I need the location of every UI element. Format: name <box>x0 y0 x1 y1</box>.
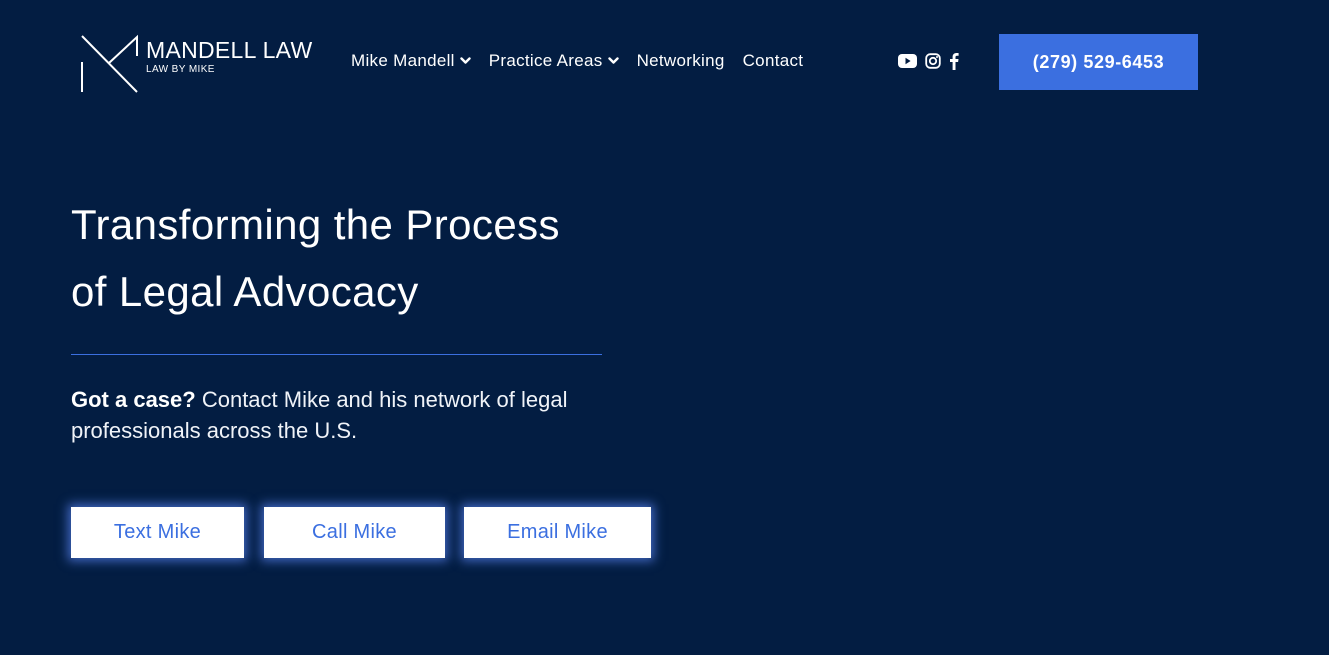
hero-intro-bold: Got a case? <box>71 387 196 412</box>
nav-item-label: Networking <box>636 51 725 70</box>
youtube-link[interactable] <box>898 54 917 68</box>
logo-mark-icon <box>81 34 138 93</box>
chevron-down-icon <box>460 57 471 64</box>
facebook-link[interactable] <box>949 52 959 70</box>
nav-item-label: Practice Areas <box>488 51 603 70</box>
chevron-down-icon <box>607 57 619 64</box>
logo-name: MANDELL LAW <box>146 37 313 63</box>
facebook-icon <box>950 53 959 70</box>
hero-title-line-2: of Legal Advocacy <box>71 268 419 315</box>
call-mike-button[interactable]: Call Mike <box>264 507 445 558</box>
instagram-icon <box>925 53 941 69</box>
phone-button[interactable]: (279) 529-6453 <box>999 34 1198 90</box>
nav-item-networking[interactable]: Networking <box>637 51 725 71</box>
text-mike-button[interactable]: Text Mike <box>71 507 244 558</box>
hero-title: Transforming the Process of Legal Advoca… <box>71 191 671 325</box>
nav-item-label: Contact <box>742 51 804 70</box>
youtube-icon <box>898 54 917 68</box>
nav-item-contact[interactable]: Contact <box>743 51 804 71</box>
nav-item-practice-areas[interactable]: Practice Areas <box>489 51 619 71</box>
nav-item-mike-mandell[interactable]: Mike Mandell <box>351 51 471 71</box>
hero-divider <box>71 354 602 355</box>
instagram-link[interactable] <box>925 53 941 69</box>
email-mike-button[interactable]: Email Mike <box>464 507 651 558</box>
social-links <box>898 51 959 71</box>
main-nav: Mike Mandell Practice Areas Networking C… <box>351 50 803 72</box>
nav-item-label: Mike Mandell <box>351 51 455 70</box>
hero-intro: Got a case? Contact Mike and his network… <box>71 384 611 446</box>
logo-tagline: LAW BY MIKE <box>146 64 215 75</box>
site-logo[interactable]: MANDELL LAW LAW BY MIKE <box>80 34 320 96</box>
hero-title-line-1: Transforming the Process <box>71 201 560 248</box>
